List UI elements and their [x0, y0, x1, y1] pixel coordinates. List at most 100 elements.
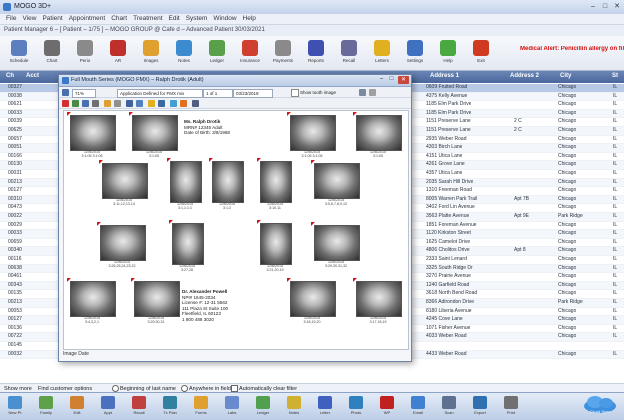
xray-image[interactable] — [260, 161, 292, 203]
bottom-button-appointment[interactable]: Appt — [99, 396, 117, 417]
bottom-button-labs[interactable]: Labs — [223, 396, 241, 417]
menu-file[interactable]: File — [6, 14, 16, 24]
bottom-button-treatment-plan[interactable]: Tx Plan — [161, 396, 179, 417]
xray-image[interactable] — [134, 281, 180, 317]
minimize-button[interactable]: – — [588, 2, 598, 11]
date-select[interactable]: 03/23/2019 — [233, 88, 273, 98]
measure-icon[interactable] — [114, 99, 121, 107]
bottom-button-letter[interactable]: Letter — [316, 396, 334, 417]
toolbar-button-tooth[interactable]: Chart — [41, 40, 63, 66]
col-acct[interactable]: Acct — [26, 73, 39, 79]
toolbar-label: Payments — [272, 58, 293, 63]
bottom-button-ledger[interactable]: Ledger — [254, 396, 272, 417]
toolbar-button-calendar[interactable]: Schedule — [8, 40, 30, 66]
menu-patient[interactable]: Patient — [42, 14, 62, 24]
medical-alert-text: Medical Alert: Penicillin allergy on fil… — [520, 46, 624, 52]
bottom-button-forms[interactable]: Forms — [192, 396, 210, 417]
template-select[interactable]: Application Defined for FMX mix — [117, 88, 203, 98]
rotate-icon[interactable] — [72, 99, 79, 107]
menu-edit[interactable]: Edit — [169, 14, 180, 24]
toolbar-button-reports[interactable]: Reports — [305, 40, 327, 66]
xray-image[interactable] — [102, 163, 148, 199]
bottom-button-recall[interactable]: Recall — [130, 396, 148, 417]
annotate-icon[interactable] — [104, 99, 111, 107]
refresh-icon[interactable] — [369, 88, 376, 96]
email-image-icon[interactable] — [170, 99, 177, 107]
xray-image[interactable] — [132, 115, 178, 151]
crop-icon[interactable] — [92, 99, 99, 107]
toolbar-button-recall[interactable]: Recall — [338, 40, 360, 66]
option2-radio[interactable] — [181, 385, 188, 392]
bottom-button-edit[interactable]: Edit — [68, 396, 86, 417]
export-image-icon[interactable] — [158, 99, 165, 107]
bottom-button-family[interactable]: Family — [37, 396, 55, 417]
bottom-button-export[interactable]: Export — [471, 396, 489, 417]
dialog-close-button[interactable]: ✕ — [398, 76, 409, 84]
xray-image[interactable] — [356, 281, 402, 317]
xray-image[interactable] — [100, 225, 146, 261]
xray-image[interactable] — [260, 223, 292, 265]
cloud-sync-button[interactable]: Cloud Sync — [580, 394, 620, 416]
bottom-button-email[interactable]: Email — [409, 396, 427, 417]
xray-image[interactable] — [70, 281, 116, 317]
toolbar-button-ledger[interactable]: Ledger — [206, 40, 228, 66]
brightness-icon[interactable] — [126, 99, 133, 107]
zoom-in-icon[interactable] — [82, 99, 89, 107]
bottom-button-print[interactable]: Print — [502, 396, 520, 417]
toolbar-button-perio-chart[interactable]: Perio — [74, 40, 96, 66]
xray-image[interactable] — [212, 161, 244, 203]
xray-image[interactable] — [314, 225, 360, 261]
page-select[interactable]: 1 of 1 — [203, 88, 233, 98]
bottom-button-notes[interactable]: Notes — [285, 396, 303, 417]
xray-image[interactable] — [356, 115, 402, 151]
toolbar-button-settings[interactable]: Settings — [404, 40, 426, 66]
menu-window[interactable]: Window — [213, 14, 236, 24]
close-button[interactable]: ✕ — [612, 2, 622, 11]
toolbar-button-letters[interactable]: Letters — [371, 40, 393, 66]
dialog-maximize-button[interactable]: □ — [387, 76, 396, 84]
col-address1[interactable]: Address 1 — [430, 73, 459, 79]
toolbar-button-ar[interactable]: AR — [107, 40, 129, 66]
bottom-button-scan[interactable]: Scan — [440, 396, 458, 417]
xray-image[interactable] — [290, 115, 336, 151]
settings-icon[interactable] — [180, 99, 187, 107]
contrast-icon[interactable] — [136, 99, 143, 107]
xray-image[interactable] — [172, 223, 204, 265]
toolbar-button-payments[interactable]: Payments — [272, 40, 294, 66]
col-state[interactable]: St — [612, 73, 618, 79]
toolbar-button-exit[interactable]: Exit — [470, 40, 492, 66]
xray-image[interactable] — [314, 163, 360, 199]
edit-icon[interactable] — [359, 88, 366, 96]
col-ch[interactable]: Ch — [6, 73, 14, 79]
menu-treatment[interactable]: Treatment — [133, 14, 162, 24]
toolbar-button-notes[interactable]: Notes — [173, 40, 195, 66]
dialog-minimize-button[interactable]: – — [377, 76, 386, 84]
menu-appointment[interactable]: Appointment — [69, 14, 106, 24]
toolbar-button-insurance[interactable]: Insurance — [239, 40, 261, 66]
bottom-button-new-patient[interactable]: New Pt — [6, 396, 24, 417]
col-address2[interactable]: Address 2 — [510, 73, 539, 79]
menu-help[interactable]: Help — [243, 14, 256, 24]
toolbar-button-help[interactable]: Help — [437, 40, 459, 66]
menu-chart[interactable]: Chart — [111, 14, 127, 24]
bottom-button-word[interactable]: WP — [378, 396, 396, 417]
xray-image[interactable] — [170, 161, 202, 203]
bottom-button-photo[interactable]: Photo — [347, 396, 365, 417]
toolbar-button-image[interactable]: Images — [140, 40, 162, 66]
image-tools-icon[interactable] — [62, 99, 69, 107]
show-more-link[interactable]: Show more — [4, 386, 32, 392]
menu-view[interactable]: View — [22, 14, 36, 24]
xray-image[interactable] — [290, 281, 336, 317]
filter-icon[interactable] — [148, 99, 155, 107]
help-icon[interactable] — [192, 99, 199, 107]
col-city[interactable]: City — [560, 73, 571, 79]
option1-radio[interactable] — [112, 385, 119, 392]
option3-checkbox[interactable] — [231, 385, 238, 392]
xray-image[interactable] — [70, 115, 116, 151]
flag-marker-icon — [353, 112, 357, 116]
maximize-button[interactable]: □ — [600, 2, 610, 11]
print-icon[interactable] — [62, 88, 69, 96]
show-tooth-checkbox[interactable] — [291, 89, 299, 97]
zoom-select[interactable]: 71% — [72, 88, 96, 98]
menu-system[interactable]: System — [186, 14, 208, 24]
